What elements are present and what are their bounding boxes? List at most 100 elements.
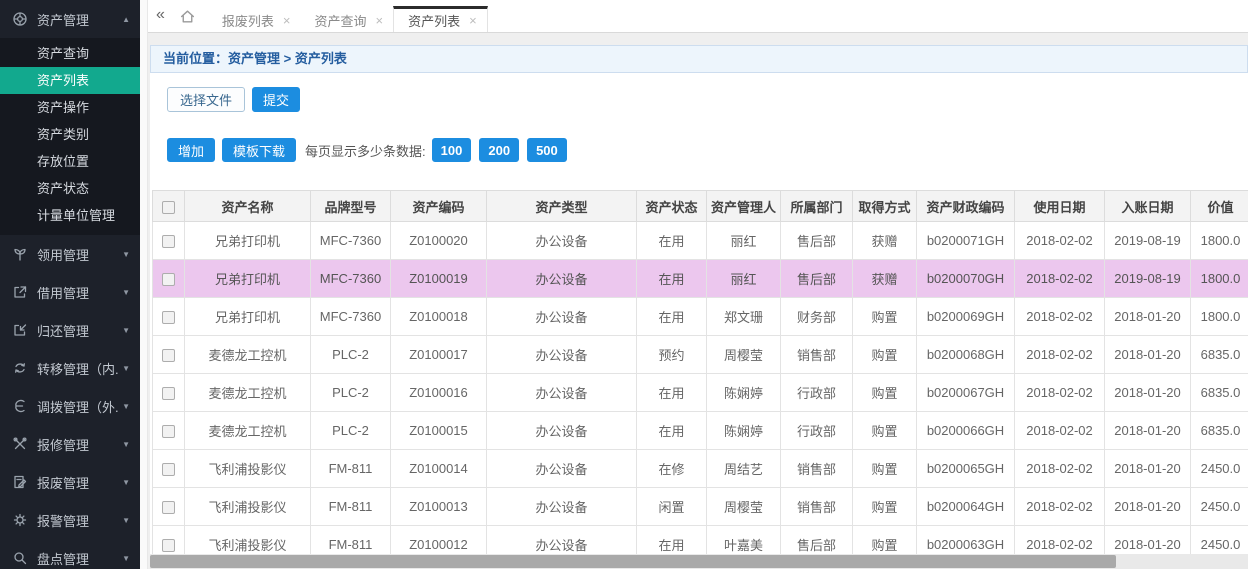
caret-down-icon: ▼: [122, 288, 130, 297]
cell: 购置: [853, 450, 917, 488]
select-all-checkbox[interactable]: [162, 201, 175, 214]
table-row[interactable]: 麦德龙工控机PLC-2Z0100016办公设备在用陈娴婷行政部购置b020006…: [153, 374, 1248, 412]
caret-down-icon: ▼: [122, 440, 130, 449]
cell: 购置: [853, 374, 917, 412]
cell: 郑文珊: [707, 298, 781, 336]
cell: 2018-02-02: [1015, 260, 1105, 298]
cell: 预约: [637, 336, 707, 374]
horizontal-scrollbar[interactable]: [150, 554, 1248, 569]
main-area: « 报废列表 × 资产查询 × 资产列表 × 当前位置：资产管理 > 资产列表: [148, 0, 1248, 569]
cell: 2019-08-19: [1105, 260, 1191, 298]
crossed-tools-icon: [12, 436, 28, 452]
sidebar-item-asset-category[interactable]: 资产类别: [0, 121, 140, 148]
cell: 财务部: [781, 298, 853, 336]
row-checkbox[interactable]: [162, 311, 175, 324]
sidebar-scrollbar[interactable]: [140, 0, 148, 569]
home-icon[interactable]: [175, 8, 208, 25]
sidebar-group-transfer-internal[interactable]: 转移管理（内... ▼: [0, 349, 140, 387]
sidebar-item-asset-operation[interactable]: 资产操作: [0, 94, 140, 121]
choose-file-button[interactable]: 选择文件: [167, 87, 245, 112]
close-icon[interactable]: ×: [283, 13, 291, 28]
cell: 2450.0: [1191, 488, 1248, 526]
cell: 周樱莹: [707, 336, 781, 374]
caret-down-icon: ▼: [122, 554, 130, 563]
box-arrow-out-icon: [12, 284, 28, 300]
page-size-200-button[interactable]: 200: [479, 138, 519, 162]
close-icon[interactable]: ×: [469, 13, 477, 28]
sidebar-item-unit-management[interactable]: 计量单位管理: [0, 202, 140, 229]
row-checkbox[interactable]: [162, 387, 175, 400]
sidebar-group-label: 归还管理: [37, 321, 118, 340]
table-row[interactable]: 麦德龙工控机PLC-2Z0100015办公设备在用陈娴婷行政部购置b020006…: [153, 412, 1248, 450]
row-checkbox[interactable]: [162, 235, 175, 248]
row-checkbox-cell: [153, 412, 185, 450]
cell: 飞利浦投影仪: [185, 488, 311, 526]
page-size-500-button[interactable]: 500: [527, 138, 567, 162]
cell: 办公设备: [487, 374, 637, 412]
table-row-highlighted[interactable]: 兄弟打印机MFC-7360Z0100019办公设备在用丽红售后部获赠b02000…: [153, 260, 1248, 298]
app-root: 资产管理 ▲ 资产查询 资产列表 资产操作 资产类别 存放位置 资产状态 计量单…: [0, 0, 1248, 569]
table-row[interactable]: 兄弟打印机MFC-7360Z0100018办公设备在用郑文珊财务部购置b0200…: [153, 298, 1248, 336]
table-row[interactable]: 飞利浦投影仪FM-811Z0100013办公设备闲置周樱莹销售部购置b02000…: [153, 488, 1248, 526]
cell: 获赠: [853, 260, 917, 298]
row-checkbox[interactable]: [162, 463, 175, 476]
column-header: 资产管理人: [707, 191, 781, 222]
cell: 6835.0: [1191, 412, 1248, 450]
template-download-button[interactable]: 模板下载: [222, 138, 296, 162]
tab-scrap-list[interactable]: 报废列表 ×: [208, 6, 301, 32]
cell: 行政部: [781, 374, 853, 412]
tab-asset-query[interactable]: 资产查询 ×: [301, 6, 394, 32]
sidebar-item-asset-status[interactable]: 资产状态: [0, 175, 140, 202]
sidebar-group-asset-management[interactable]: 资产管理 ▲: [0, 0, 140, 38]
cell: 2018-02-02: [1015, 412, 1105, 450]
page-size-100-button[interactable]: 100: [432, 138, 472, 162]
column-header: 资产财政编码: [917, 191, 1015, 222]
submit-button[interactable]: 提交: [252, 87, 300, 112]
add-button[interactable]: 增加: [167, 138, 215, 162]
cell: 丽红: [707, 222, 781, 260]
cell: b0200069GH: [917, 298, 1015, 336]
close-icon[interactable]: ×: [376, 13, 384, 28]
sidebar-item-asset-query[interactable]: 资产查询: [0, 40, 140, 67]
asset-table: 资产名称 品牌型号 资产编码 资产类型 资产状态 资产管理人 所属部门 取得方式…: [152, 190, 1248, 564]
cell: 2018-02-02: [1015, 374, 1105, 412]
table-row[interactable]: 飞利浦投影仪FM-811Z0100014办公设备在修周结艺销售部购置b02000…: [153, 450, 1248, 488]
row-checkbox[interactable]: [162, 501, 175, 514]
sidebar-group-label: 报修管理: [37, 435, 118, 454]
row-checkbox[interactable]: [162, 349, 175, 362]
tab-bar: « 报废列表 × 资产查询 × 资产列表 ×: [148, 0, 1248, 33]
cell: Z0100020: [391, 222, 487, 260]
sidebar-item-asset-list[interactable]: 资产列表: [0, 67, 140, 94]
cell: 2018-01-20: [1105, 488, 1191, 526]
row-checkbox[interactable]: [162, 273, 175, 286]
collapse-tabs-icon[interactable]: «: [148, 6, 175, 26]
cell: 办公设备: [487, 488, 637, 526]
sidebar-group-borrow[interactable]: 借用管理 ▼: [0, 273, 140, 311]
table-row[interactable]: 兄弟打印机MFC-7360Z0100020办公设备在用丽红售后部获赠b02000…: [153, 222, 1248, 260]
cell: Z0100013: [391, 488, 487, 526]
cell: 行政部: [781, 412, 853, 450]
sidebar-group-label: 资产管理: [37, 10, 118, 29]
sidebar-item-storage-location[interactable]: 存放位置: [0, 148, 140, 175]
sidebar-group-requisition[interactable]: 领用管理 ▼: [0, 235, 140, 273]
caret-down-icon: ▼: [122, 478, 130, 487]
cell: FM-811: [311, 488, 391, 526]
sidebar-group-alarm[interactable]: 报警管理 ▼: [0, 501, 140, 539]
row-checkbox[interactable]: [162, 539, 175, 552]
sidebar-group-repair[interactable]: 报修管理 ▼: [0, 425, 140, 463]
cell: 办公设备: [487, 260, 637, 298]
horizontal-scrollbar-thumb[interactable]: [150, 555, 1116, 568]
sidebar-group-inventory[interactable]: 盘点管理 ▼: [0, 539, 140, 569]
caret-down-icon: ▼: [122, 364, 130, 373]
sidebar-group-scrap[interactable]: 报废管理 ▼: [0, 463, 140, 501]
table-row[interactable]: 麦德龙工控机PLC-2Z0100017办公设备预约周樱莹销售部购置b020006…: [153, 336, 1248, 374]
tab-asset-list[interactable]: 资产列表 ×: [393, 6, 488, 32]
cell: 兄弟打印机: [185, 222, 311, 260]
cell: Z0100014: [391, 450, 487, 488]
sidebar-group-return[interactable]: 归还管理 ▼: [0, 311, 140, 349]
row-checkbox[interactable]: [162, 425, 175, 438]
sidebar-group-allocate-external[interactable]: 调拨管理（外... ▼: [0, 387, 140, 425]
sidebar-group-label: 报废管理: [37, 473, 118, 492]
file-upload-row: 选择文件 提交: [167, 87, 1248, 112]
cell: 6835.0: [1191, 336, 1248, 374]
